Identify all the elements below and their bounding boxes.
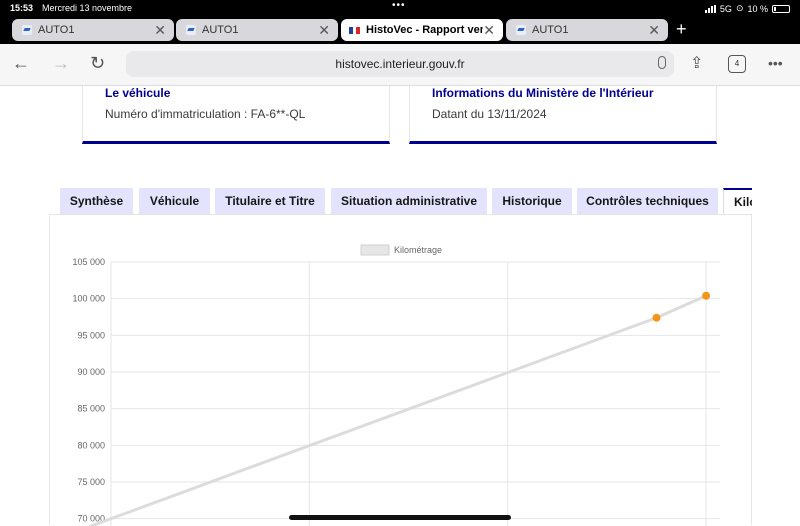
microphone-icon[interactable] — [658, 56, 666, 69]
auto1-favicon-icon — [22, 25, 32, 35]
forward-arrow-icon[interactable]: → — [52, 53, 70, 74]
share-icon[interactable]: ⇪ — [690, 53, 703, 73]
multitask-dots-icon[interactable]: ••• — [392, 0, 406, 11]
browser-tab-label: AUTO1 — [38, 24, 75, 36]
vehicle-card-title: Le véhicule — [105, 86, 171, 100]
tab-overview-button[interactable]: 4 — [728, 55, 746, 73]
close-icon[interactable]: ✕ — [483, 22, 495, 39]
browser-tab-bar: AUTO1 ✕ AUTO1 ✕ HistoVec - Rapport vende… — [0, 16, 800, 44]
ministry-card: Informations du Ministère de l'Intérieur… — [409, 86, 717, 144]
url-text: histovec.interieur.gouv.fr — [335, 57, 465, 71]
auto1-favicon-icon — [186, 25, 196, 35]
mileage-chart-panel: 105 000 100 000 95 000 90 000 85 000 80 000 75… — [49, 214, 752, 526]
browser-tab-label: AUTO1 — [202, 24, 239, 36]
data-point — [652, 313, 661, 322]
browser-tab-auto1-2[interactable]: AUTO1 ✕ — [176, 19, 338, 41]
close-icon[interactable]: ✕ — [318, 22, 330, 39]
tab-situation-administrative[interactable]: Situation administrative — [331, 188, 487, 214]
new-tab-plus-icon[interactable]: + — [676, 19, 687, 40]
close-icon[interactable]: ✕ — [154, 22, 166, 39]
data-point — [702, 291, 711, 300]
tab-synthese[interactable]: Synthèse — [60, 188, 133, 214]
mileage-line — [86, 294, 707, 526]
tab-controles-techniques[interactable]: Contrôles techniques — [577, 188, 718, 214]
y-tick-label: 95 000 — [77, 330, 105, 340]
reload-icon[interactable]: ↻ — [90, 53, 105, 74]
tab-vehicule[interactable]: Véhicule — [139, 188, 210, 214]
browser-toolbar: ← → ↻ histovec.interieur.gouv.fr ⇪ 4 ••• — [0, 44, 800, 86]
status-indicators: 5G ⊙ 10 % — [704, 3, 790, 14]
legend-swatch — [360, 244, 390, 256]
y-tick-label: 85 000 — [77, 404, 105, 414]
auto1-favicon-icon — [516, 25, 526, 35]
report-date: Datant du 13/11/2024 — [432, 107, 547, 121]
battery-icon — [772, 4, 790, 13]
browser-tab-label: HistoVec - Rapport vendeur — [366, 24, 484, 36]
status-date: Mercredi 13 novembre — [42, 3, 133, 13]
tab-titulaire[interactable]: Titulaire et Titre — [215, 188, 325, 214]
ministry-card-title: Informations du Ministère de l'Intérieur — [432, 86, 654, 100]
browser-tab-histovec[interactable]: HistoVec - Rapport vendeur ✕ — [341, 19, 503, 41]
legend-label: Kilométrage — [394, 245, 442, 255]
battery-label: 10 % — [747, 3, 768, 14]
registration-number: Numéro d'immatriculation : FA-6**-QL — [105, 107, 306, 121]
y-tick-label: 75 000 — [77, 477, 105, 487]
y-tick-label: 100 000 — [72, 294, 105, 304]
back-arrow-icon[interactable]: ← — [12, 53, 30, 74]
tab-historique[interactable]: Historique — [492, 188, 572, 214]
status-bar: 15:53 Mercredi 13 novembre ••• 5G ⊙ 10 % — [0, 0, 800, 16]
tab-kilometrage[interactable]: Kilométrage — [723, 188, 752, 214]
browser-tab-auto1-3[interactable]: AUTO1 ✕ — [506, 19, 668, 41]
more-options-icon[interactable]: ••• — [768, 55, 783, 71]
status-time: 15:53 — [10, 3, 34, 13]
y-tick-label: 105 000 — [72, 257, 105, 267]
rotation-lock-icon: ⊙ — [735, 3, 744, 13]
vehicle-card: Le véhicule Numéro d'immatriculation : F… — [82, 86, 390, 144]
mileage-chart: 105 000 100 000 95 000 90 000 85 000 80 000 75… — [72, 244, 720, 526]
browser-tab-label: AUTO1 — [532, 24, 569, 36]
french-flag-favicon-icon — [349, 26, 361, 34]
y-tick-label: 80 000 — [77, 440, 105, 450]
signal-icon — [704, 4, 716, 13]
network-label: 5G — [719, 3, 732, 14]
y-tick-label: 90 000 — [77, 367, 105, 377]
address-bar[interactable]: histovec.interieur.gouv.fr — [126, 51, 674, 77]
home-indicator[interactable] — [289, 515, 511, 520]
close-icon[interactable]: ✕ — [648, 22, 660, 39]
browser-tab-auto1-1[interactable]: AUTO1 ✕ — [12, 19, 174, 41]
